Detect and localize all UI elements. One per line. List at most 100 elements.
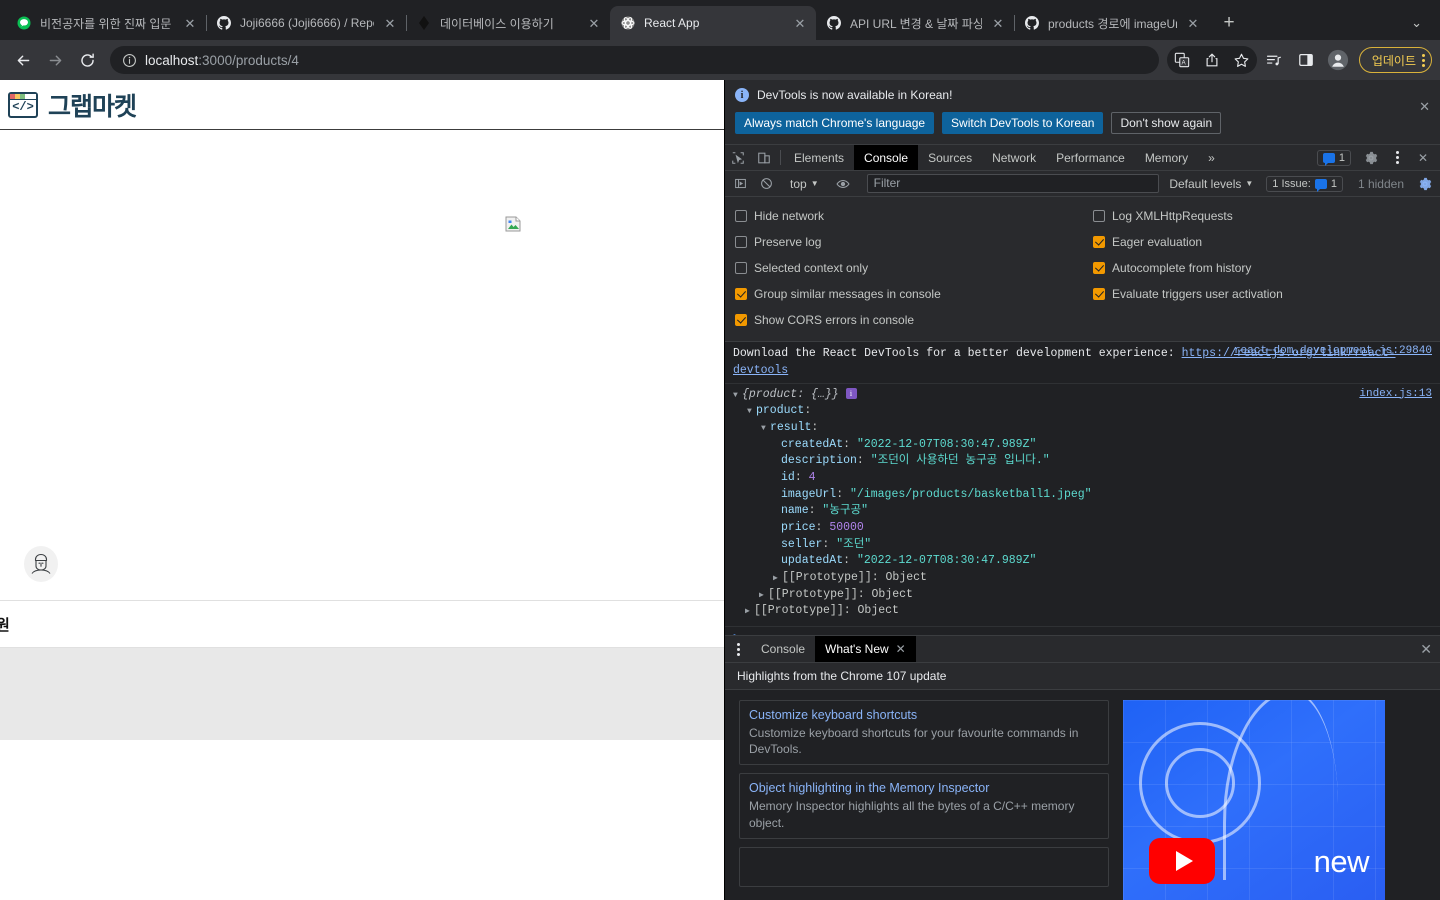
info-badge-icon[interactable]: i bbox=[845, 387, 857, 399]
close-icon[interactable]: ✕ bbox=[896, 642, 906, 656]
console-issues-badge[interactable]: 1 Issue: 1 bbox=[1266, 175, 1343, 192]
checkbox[interactable] bbox=[735, 262, 747, 274]
reading-list-icon[interactable] bbox=[1259, 45, 1289, 75]
devtools-more-tabs-button[interactable]: » bbox=[1198, 145, 1225, 170]
console-filter-input[interactable]: Filter bbox=[866, 174, 1160, 193]
checkbox[interactable] bbox=[1093, 288, 1105, 300]
drawer-close-button[interactable]: ✕ bbox=[1420, 636, 1440, 662]
close-icon[interactable]: ✕ bbox=[1410, 151, 1436, 165]
forward-arrow-icon[interactable] bbox=[40, 45, 70, 75]
youtube-play-icon[interactable] bbox=[1149, 838, 1215, 884]
checkbox[interactable] bbox=[735, 314, 747, 326]
devtools-tab-console[interactable]: Console bbox=[854, 145, 919, 170]
checkbox[interactable] bbox=[1093, 210, 1105, 222]
kebab-menu-icon[interactable] bbox=[725, 636, 751, 662]
profile-avatar-icon[interactable] bbox=[1323, 45, 1353, 75]
gear-icon[interactable] bbox=[1358, 151, 1384, 165]
devtools-tab-elements[interactable]: Elements bbox=[784, 145, 854, 170]
setting-log-xmlhttprequests[interactable]: Log XMLHttpRequests bbox=[1093, 203, 1430, 229]
drawer-tab-console[interactable]: Console bbox=[751, 636, 815, 662]
setting-show-cors-errors[interactable]: Show CORS errors in console bbox=[735, 307, 1093, 333]
address-bar[interactable]: localhost:3000/products/4 bbox=[110, 46, 1159, 74]
setting-preserve-log[interactable]: Preserve log bbox=[735, 229, 1093, 255]
chevron-down-icon[interactable]: ⌄ bbox=[1401, 15, 1432, 31]
gear-icon[interactable] bbox=[1412, 177, 1438, 191]
always-match-language-button[interactable]: Always match Chrome's language bbox=[735, 112, 935, 134]
translate-icon[interactable]: A bbox=[1167, 45, 1197, 75]
expand-triangle-icon[interactable]: ▼ bbox=[761, 423, 770, 435]
tab-close-button[interactable]: ✕ bbox=[382, 15, 398, 31]
expand-triangle-icon[interactable]: ▶ bbox=[773, 573, 782, 585]
browser-tab-6[interactable]: products 경로에 imageUrl 필 ✕ bbox=[1014, 6, 1209, 40]
clear-console-icon[interactable] bbox=[753, 177, 779, 190]
browser-tab-4-active[interactable]: React App ✕ bbox=[610, 6, 816, 40]
console-message-object[interactable]: index.js:13 ▼ {product: {…}} i ▼ product: … bbox=[725, 384, 1440, 627]
expand-triangle-icon[interactable]: ▼ bbox=[733, 390, 742, 402]
setting-eager-evaluation[interactable]: Eager evaluation bbox=[1093, 229, 1430, 255]
checkbox[interactable] bbox=[1093, 262, 1105, 274]
tab-close-button[interactable]: ✕ bbox=[792, 15, 808, 31]
setting-group-similar-messages[interactable]: Group similar messages in console bbox=[735, 281, 1093, 307]
tab-close-button[interactable]: ✕ bbox=[1185, 15, 1201, 31]
object-nested-key-row[interactable]: ▼ result: bbox=[733, 420, 1432, 437]
console-output[interactable]: react-dom.development.js:29840 Download … bbox=[725, 342, 1440, 635]
code-window-icon[interactable]: </> bbox=[8, 91, 38, 118]
expand-triangle-icon[interactable]: ▼ bbox=[747, 406, 756, 418]
close-icon[interactable]: ✕ bbox=[1419, 100, 1430, 113]
log-source-link[interactable]: index.js:13 bbox=[1359, 387, 1432, 403]
console-message-react-devtools[interactable]: react-dom.development.js:29840 Download … bbox=[725, 342, 1440, 384]
new-tab-button[interactable]: + bbox=[1215, 9, 1243, 37]
whats-new-card[interactable]: Customize keyboard shortcuts Customize k… bbox=[739, 700, 1109, 766]
object-root-key-row[interactable]: ▼ product: bbox=[733, 403, 1432, 420]
checkbox[interactable] bbox=[735, 288, 747, 300]
prototype-row-3[interactable]: ▶ [[Prototype]]: Object bbox=[733, 570, 1432, 587]
console-sidebar-icon[interactable] bbox=[727, 177, 753, 190]
kebab-menu-icon[interactable] bbox=[1422, 53, 1425, 67]
log-source-link[interactable]: react-dom.development.js:29840 bbox=[1234, 345, 1432, 357]
device-toolbar-icon[interactable] bbox=[751, 145, 777, 170]
drawer-tab-whats-new[interactable]: What's New ✕ bbox=[815, 636, 916, 662]
card-title[interactable]: Customize keyboard shortcuts bbox=[749, 708, 1099, 722]
inspect-element-icon[interactable] bbox=[725, 145, 751, 170]
dont-show-again-button[interactable]: Don't show again bbox=[1111, 112, 1222, 134]
tab-close-button[interactable]: ✕ bbox=[990, 15, 1006, 31]
switch-to-korean-button[interactable]: Switch DevTools to Korean bbox=[942, 112, 1104, 134]
whats-new-card[interactable] bbox=[739, 846, 1109, 887]
card-title[interactable]: Object highlighting in the Memory Inspec… bbox=[749, 781, 1099, 795]
info-circle-icon[interactable] bbox=[122, 53, 137, 68]
update-button[interactable]: 업데이트 bbox=[1358, 47, 1432, 73]
kebab-menu-icon[interactable] bbox=[1384, 151, 1410, 164]
devtools-tab-memory[interactable]: Memory bbox=[1135, 145, 1198, 170]
expand-triangle-icon[interactable]: ▶ bbox=[745, 606, 754, 618]
share-icon[interactable] bbox=[1197, 45, 1227, 75]
bookmark-star-icon[interactable] bbox=[1227, 45, 1257, 75]
setting-selected-context-only[interactable]: Selected context only bbox=[735, 255, 1093, 281]
reload-icon[interactable] bbox=[72, 45, 102, 75]
devtools-tab-performance[interactable]: Performance bbox=[1046, 145, 1135, 170]
side-panel-icon[interactable] bbox=[1291, 45, 1321, 75]
browser-tab-2[interactable]: Joji6666 (Joji6666) / Repo ✕ bbox=[206, 6, 407, 40]
tab-close-button[interactable]: ✕ bbox=[182, 15, 198, 31]
checkbox[interactable] bbox=[735, 236, 747, 248]
live-expression-icon[interactable] bbox=[830, 177, 856, 191]
console-log-levels-selector[interactable]: Default levels ▼ bbox=[1163, 177, 1259, 191]
back-arrow-icon[interactable] bbox=[8, 45, 38, 75]
expand-triangle-icon[interactable]: ▶ bbox=[759, 590, 768, 602]
site-logo-text[interactable]: 그랩마켓 bbox=[48, 87, 137, 123]
tab-close-button[interactable]: ✕ bbox=[586, 15, 602, 31]
checkbox[interactable] bbox=[735, 210, 747, 222]
browser-tab-1[interactable]: 비전공자를 위한 진짜 입문 올인원 ✕ bbox=[6, 6, 207, 40]
setting-autocomplete-from-history[interactable]: Autocomplete from history bbox=[1093, 255, 1430, 281]
setting-hide-network[interactable]: Hide network bbox=[735, 203, 1093, 229]
browser-tab-5[interactable]: API URL 변경 & 날짜 파싱 추가 ✕ bbox=[816, 6, 1015, 40]
devtools-tab-sources[interactable]: Sources bbox=[918, 145, 982, 170]
object-summary-row[interactable]: ▼ {product: {…}} i bbox=[733, 387, 1432, 404]
setting-evaluate-triggers-user-activation[interactable]: Evaluate triggers user activation bbox=[1093, 281, 1430, 307]
console-prompt[interactable]: > bbox=[725, 627, 1440, 635]
prototype-row-1[interactable]: ▶ [[Prototype]]: Object bbox=[733, 603, 1432, 620]
prototype-row-2[interactable]: ▶ [[Prototype]]: Object bbox=[733, 587, 1432, 604]
checkbox[interactable] bbox=[1093, 236, 1105, 248]
console-context-selector[interactable]: top ▼ bbox=[786, 177, 823, 191]
whats-new-video-thumbnail[interactable]: new bbox=[1123, 700, 1385, 900]
devtools-tab-network[interactable]: Network bbox=[982, 145, 1046, 170]
